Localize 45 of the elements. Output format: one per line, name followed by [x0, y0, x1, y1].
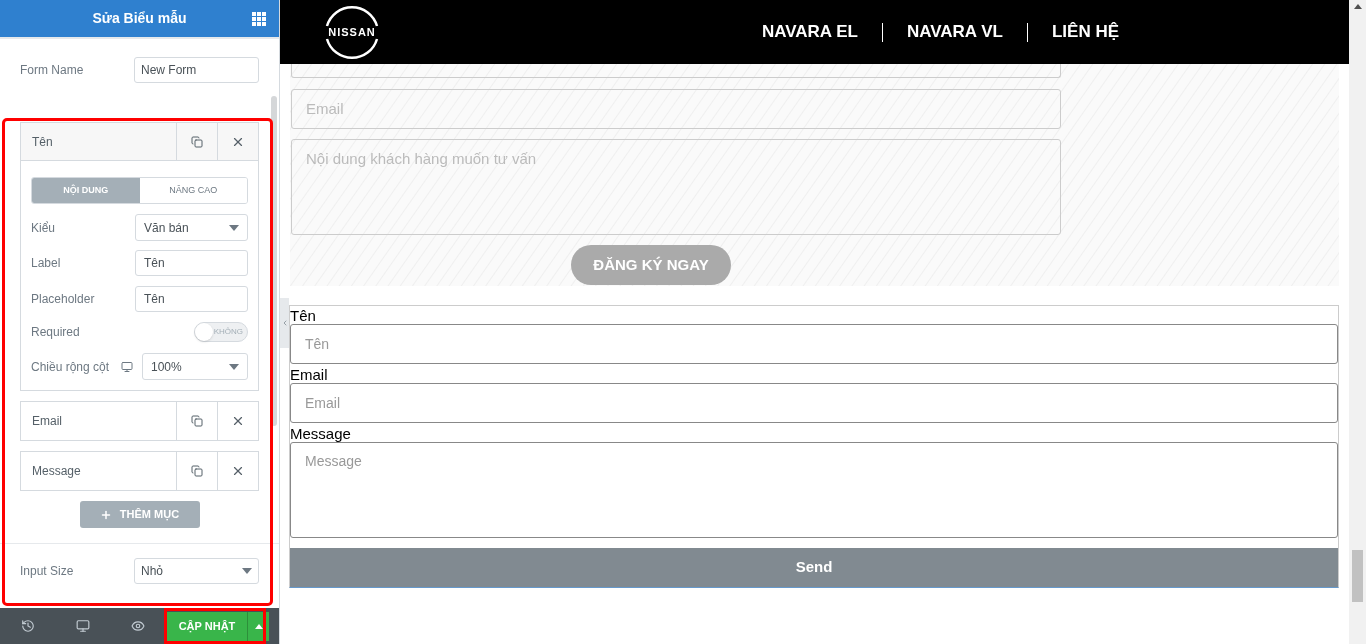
duplicate-icon[interactable]: [191, 135, 203, 148]
caret-icon: [229, 363, 239, 370]
scrollbar-thumb[interactable]: [1352, 550, 1363, 602]
scrollbar[interactable]: [1349, 0, 1366, 644]
select-field[interactable]: Nhỏ: [134, 558, 259, 584]
scrollbar[interactable]: [271, 96, 277, 426]
item-title[interactable]: Message: [21, 452, 176, 490]
desktop-icon[interactable]: [121, 360, 134, 373]
item-title[interactable]: Email: [21, 402, 176, 440]
collapse-handle[interactable]: [280, 298, 289, 348]
close-icon[interactable]: [231, 464, 245, 478]
caret-icon: [242, 568, 252, 574]
select-field[interactable]: 100%: [142, 353, 248, 380]
close-icon[interactable]: [231, 414, 245, 428]
scroll-up-icon[interactable]: [1353, 4, 1362, 9]
panel-title: Sửa Biểu mẫu: [92, 9, 187, 28]
text-field[interactable]: Tên: [135, 250, 248, 276]
history-icon[interactable]: [20, 619, 35, 633]
caret-icon: [229, 224, 239, 231]
caret-up-icon: [254, 623, 263, 629]
input-field[interactable]: [291, 64, 1061, 78]
nav-link[interactable]: NAVARA EL: [761, 19, 858, 45]
setting-label: Chiều rộng cột: [31, 358, 110, 376]
grid-icon[interactable]: [252, 11, 266, 26]
brand-logo[interactable]: NISSAN: [317, 3, 387, 61]
setting-label: Input Size: [20, 563, 74, 580]
duplicate-icon[interactable]: [191, 465, 203, 477]
nav-link[interactable]: NAVARA VL: [906, 19, 1003, 45]
setting-label: Placeholder: [31, 291, 95, 308]
setting-label: Kiểu: [31, 219, 56, 237]
text-field[interactable]: Tên: [135, 286, 248, 312]
setting-label: Required: [31, 324, 80, 341]
setting-label: Form Name: [20, 62, 84, 79]
select-field[interactable]: Văn bán: [135, 214, 248, 241]
duplicate-icon[interactable]: [191, 415, 203, 427]
field-label: Email: [290, 366, 328, 383]
send-button[interactable]: Send: [290, 548, 1338, 587]
field-label: Message: [290, 425, 351, 442]
text-field[interactable]: New Form: [134, 57, 259, 83]
field-label: Tên: [290, 307, 316, 324]
desktop-icon[interactable]: [75, 619, 90, 633]
nav-link[interactable]: LIÊN HỆ: [1051, 19, 1119, 45]
plus-icon: [99, 508, 112, 521]
setting-label: Label: [31, 255, 61, 272]
eye-icon[interactable]: [130, 619, 145, 633]
